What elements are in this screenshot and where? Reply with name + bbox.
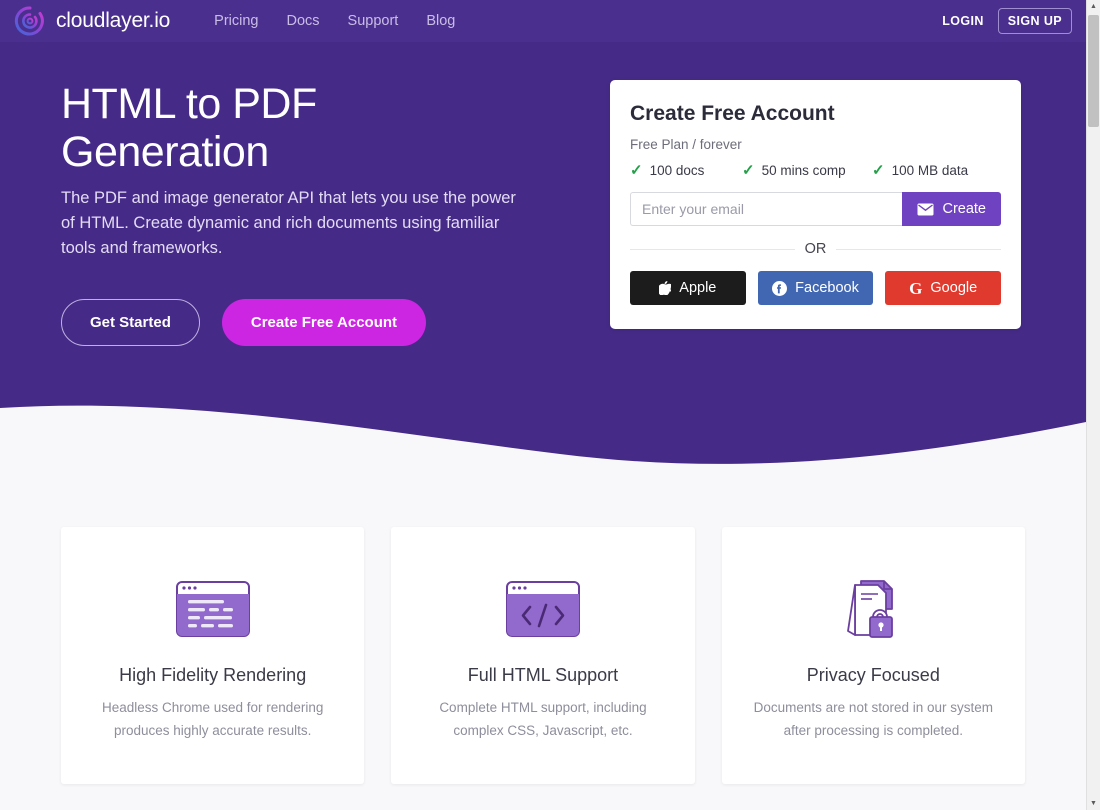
page-viewport: cloudlayer.io Pricing Docs Support Blog … bbox=[0, 0, 1086, 810]
plan-feature-item: ✓ 100 MB data bbox=[872, 163, 968, 178]
apple-login-button[interactable]: Apple bbox=[630, 271, 746, 305]
facebook-login-label: Facebook bbox=[795, 280, 859, 296]
hero-subtitle: The PDF and image generator API that let… bbox=[61, 189, 516, 258]
plan-feature-label: 100 docs bbox=[649, 163, 705, 178]
nav-right-group: LOGIN SIGN UP bbox=[942, 8, 1072, 34]
plan-feature-label: 100 MB data bbox=[891, 163, 969, 178]
feature-card: Privacy Focused Documents are not stored… bbox=[721, 527, 1025, 784]
scrollbar-down-arrow[interactable]: ▼ bbox=[1087, 797, 1100, 810]
plan-feature-label: 50 mins comp bbox=[761, 163, 846, 178]
hero-title: HTML to PDF Generation bbox=[61, 80, 317, 177]
create-account-submit-button[interactable]: Create bbox=[902, 192, 1001, 226]
browser-code-brackets-icon bbox=[505, 581, 580, 637]
feature-title: High Fidelity Rendering bbox=[119, 665, 307, 685]
get-started-button[interactable]: Get Started bbox=[61, 298, 200, 346]
check-icon: ✓ bbox=[872, 162, 885, 179]
or-divider-text: OR bbox=[804, 241, 827, 257]
feature-title: Full HTML Support bbox=[467, 665, 619, 685]
email-input[interactable] bbox=[630, 192, 903, 226]
plan-feature-list: ✓ 100 docs ✓ 50 mins comp ✓ 100 MB data bbox=[630, 163, 1001, 178]
signup-button[interactable]: SIGN UP bbox=[997, 8, 1072, 34]
feature-card: Full HTML Support Complete HTML support,… bbox=[391, 527, 695, 784]
feature-title: Privacy Focused bbox=[806, 665, 940, 685]
plan-feature-item: ✓ 100 docs bbox=[630, 163, 742, 178]
email-signup-row: Create bbox=[630, 192, 1001, 226]
nav-link-docs[interactable]: Docs bbox=[286, 13, 319, 29]
document-lock-icon bbox=[847, 580, 894, 638]
facebook-icon bbox=[772, 280, 788, 296]
feature-description: Headless Chrome used for rendering produ… bbox=[101, 700, 324, 739]
feature-card: High Fidelity Rendering Headless Chrome … bbox=[61, 527, 365, 784]
browser-text-lines-icon bbox=[175, 581, 250, 637]
hero-content: HTML to PDF Generation The PDF and image… bbox=[61, 80, 531, 346]
feature-description: Complete HTML support, including complex… bbox=[439, 700, 647, 739]
google-login-label: Google bbox=[930, 280, 978, 296]
check-icon: ✓ bbox=[742, 162, 755, 179]
feature-icon-wrap bbox=[61, 569, 364, 649]
nav-link-pricing[interactable]: Pricing bbox=[214, 13, 258, 29]
navbar: cloudlayer.io Pricing Docs Support Blog … bbox=[0, 0, 1086, 42]
feature-card-row: High Fidelity Rendering Headless Chrome … bbox=[0, 527, 1086, 784]
feature-icon-wrap bbox=[391, 569, 694, 649]
signup-card-title: Create Free Account bbox=[630, 102, 835, 125]
check-icon: ✓ bbox=[630, 162, 643, 179]
nav-link-blog[interactable]: Blog bbox=[426, 13, 455, 29]
hero-button-group: Get Started Create Free Account bbox=[61, 298, 531, 346]
feature-description: Documents are not stored in our system a… bbox=[753, 700, 993, 739]
nav-link-support[interactable]: Support bbox=[348, 13, 399, 29]
envelope-icon bbox=[917, 203, 934, 215]
divider-line-left bbox=[630, 248, 795, 250]
hero-wave-divider bbox=[0, 405, 1086, 500]
cloudlayer-circle-logo-icon bbox=[14, 6, 44, 36]
social-login-row: Apple Facebook G Google bbox=[630, 271, 1002, 305]
page-scrollbar[interactable]: ▲ ▼ bbox=[1086, 0, 1100, 810]
nav-links: Pricing Docs Support Blog bbox=[214, 13, 455, 29]
brand-name: cloudlayer.io bbox=[56, 9, 171, 32]
google-login-button[interactable]: G Google bbox=[885, 271, 1002, 305]
feature-icon-wrap bbox=[722, 569, 1025, 649]
signup-plan-label: Free Plan / forever bbox=[630, 137, 742, 152]
create-free-account-button[interactable]: Create Free Account bbox=[221, 298, 427, 346]
apple-login-label: Apple bbox=[679, 280, 717, 296]
plan-feature-item: ✓ 50 mins comp bbox=[742, 163, 872, 178]
apple-icon bbox=[659, 281, 672, 295]
scrollbar-up-arrow[interactable]: ▲ bbox=[1087, 0, 1100, 13]
google-icon: G bbox=[909, 278, 923, 298]
facebook-login-button[interactable]: Facebook bbox=[757, 271, 874, 305]
login-link[interactable]: LOGIN bbox=[942, 14, 984, 28]
brand-logo-link[interactable]: cloudlayer.io bbox=[14, 5, 170, 37]
or-divider: OR bbox=[630, 241, 1001, 257]
divider-line-right bbox=[836, 248, 1001, 250]
create-button-label: Create bbox=[942, 201, 986, 217]
signup-card: Create Free Account Free Plan / forever … bbox=[610, 80, 1021, 329]
scrollbar-thumb[interactable] bbox=[1088, 15, 1099, 127]
